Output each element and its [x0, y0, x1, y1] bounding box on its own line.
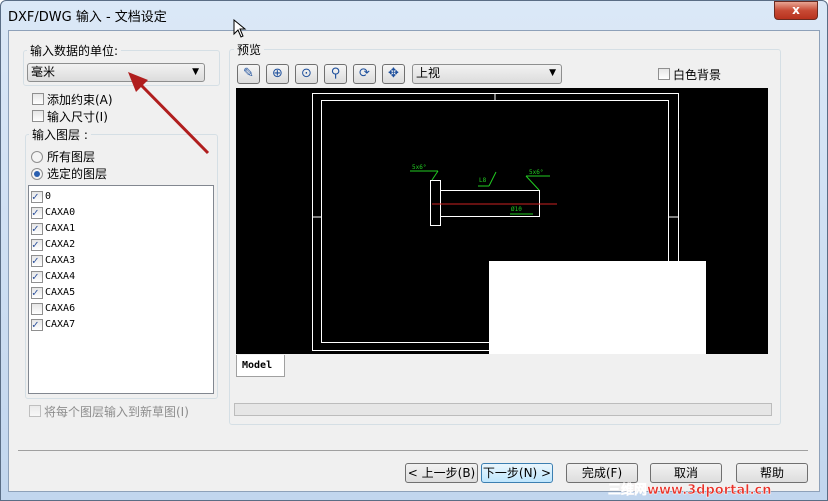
red-arrow-annotation: [128, 72, 210, 155]
mouse-cursor-icon: [233, 19, 247, 38]
